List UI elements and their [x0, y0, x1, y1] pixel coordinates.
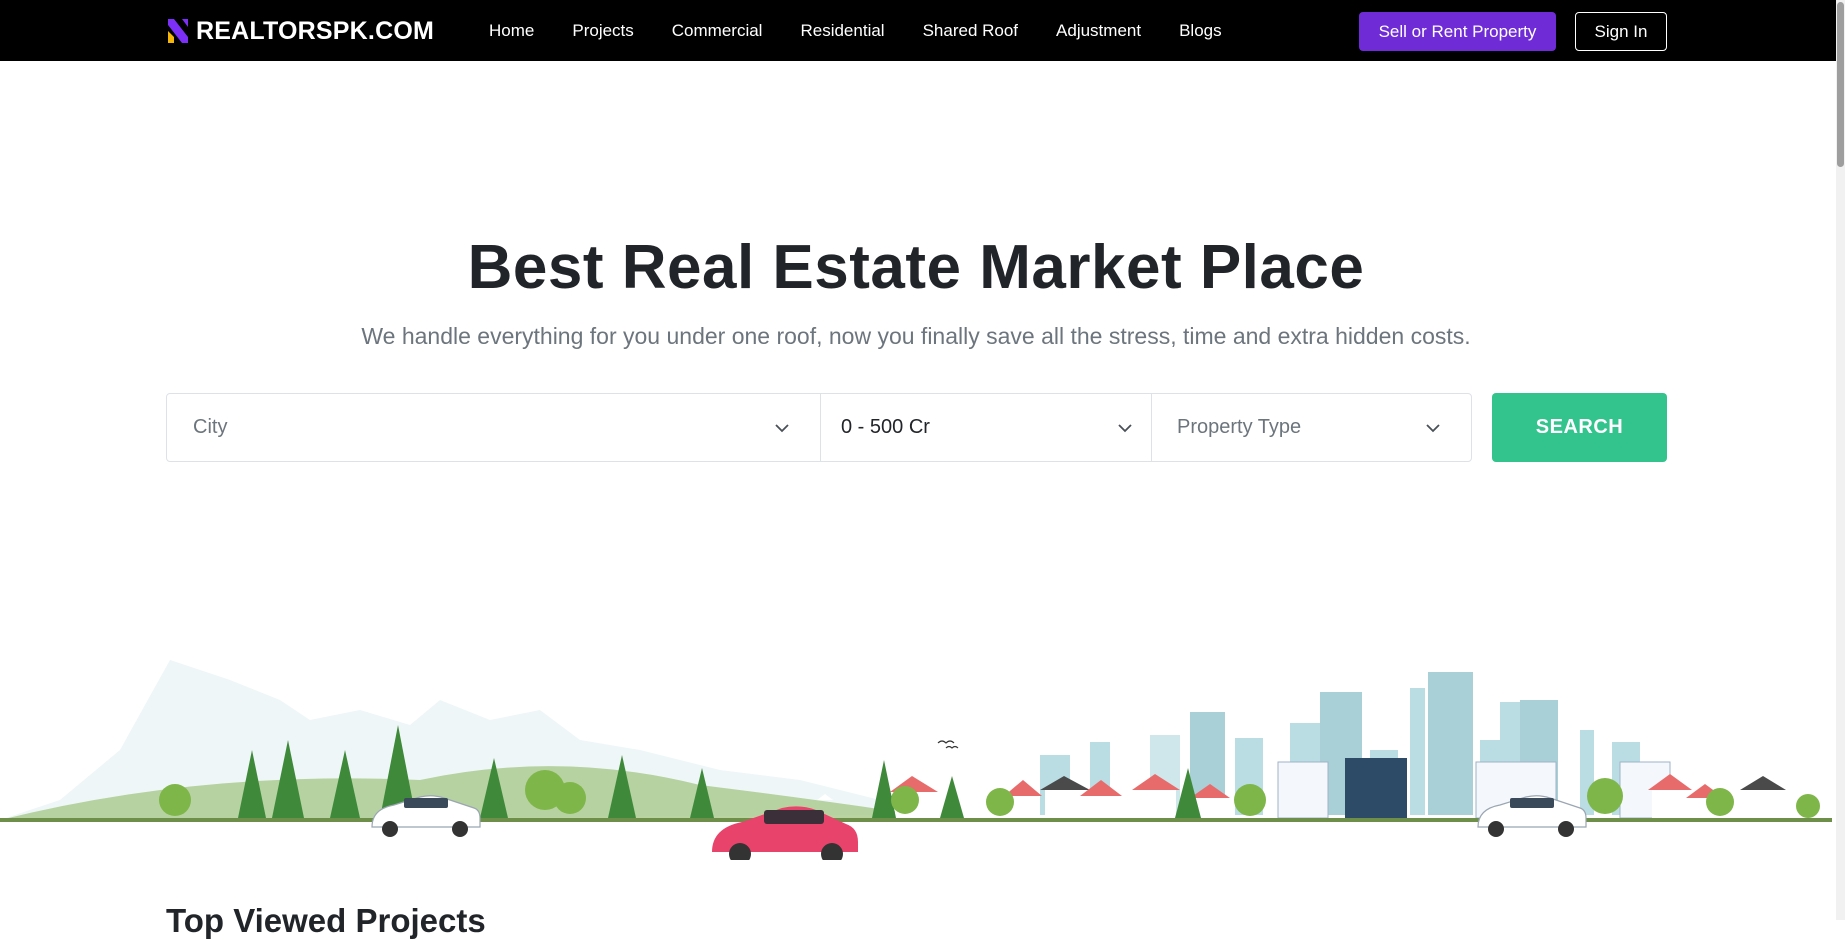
- cityscape-illustration: [0, 660, 1832, 860]
- top-viewed-projects-heading: Top Viewed Projects: [166, 902, 486, 939]
- property-type-placeholder: Property Type: [1177, 416, 1302, 438]
- brand-link[interactable]: REALTORSPK.COM: [166, 14, 434, 48]
- dark-building: [1345, 758, 1407, 818]
- main-nav: Home Projects Commercial Residential Sha…: [470, 0, 1241, 61]
- nav-home[interactable]: Home: [470, 0, 553, 61]
- city-select-placeholder: City: [193, 416, 228, 438]
- property-search-bar: City 0 - 500 Cr Property Type: [166, 393, 1472, 462]
- nav-projects[interactable]: Projects: [553, 0, 652, 61]
- top-navbar: REALTORSPK.COM Home Projects Commercial …: [0, 0, 1845, 61]
- chevron-down-icon: [1118, 423, 1132, 432]
- sign-in-button[interactable]: Sign In: [1575, 12, 1667, 51]
- realtorspk-logo-icon: [168, 19, 188, 43]
- search-button[interactable]: SEARCH: [1492, 393, 1667, 462]
- sell-or-rent-button[interactable]: Sell or Rent Property: [1359, 12, 1556, 51]
- budget-select-value: 0 - 500 Cr: [841, 416, 930, 438]
- chevron-down-icon: [1426, 423, 1440, 432]
- nav-shared-roof[interactable]: Shared Roof: [904, 0, 1037, 61]
- hero-subtitle: We handle everything for you under one r…: [361, 323, 1471, 349]
- hero-title: Best Real Estate Market Place: [467, 233, 1365, 302]
- scrollbar-thumb[interactable]: [1837, 2, 1844, 167]
- budget-select[interactable]: 0 - 500 Cr: [821, 394, 1152, 461]
- chevron-down-icon: [775, 423, 789, 432]
- nav-blogs[interactable]: Blogs: [1160, 0, 1241, 61]
- brand-name: REALTORSPK.COM: [196, 16, 434, 45]
- nav-adjustment[interactable]: Adjustment: [1037, 0, 1160, 61]
- nav-residential[interactable]: Residential: [781, 0, 903, 61]
- city-select[interactable]: City: [167, 394, 821, 461]
- page-scrollbar[interactable]: [1836, 0, 1845, 920]
- nav-commercial[interactable]: Commercial: [653, 0, 782, 61]
- birds-shape: [937, 740, 959, 749]
- property-type-select[interactable]: Property Type: [1152, 394, 1471, 461]
